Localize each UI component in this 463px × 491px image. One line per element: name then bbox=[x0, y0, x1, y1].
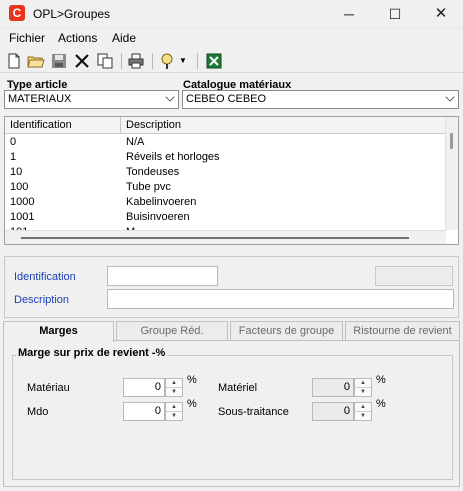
stepper-up-icon[interactable]: ▲ bbox=[166, 379, 182, 388]
mdo-value[interactable]: 0 bbox=[123, 402, 165, 421]
toolbar-separator bbox=[121, 53, 122, 69]
groups-table[interactable]: Identification Description 0 N/A 1 Réveils… bbox=[4, 116, 459, 245]
materiau-value[interactable]: 0 bbox=[123, 378, 165, 397]
save-icon[interactable] bbox=[50, 52, 68, 70]
table-header: Identification Description bbox=[5, 117, 446, 134]
sous-traitance-value[interactable]: 0 bbox=[312, 402, 354, 421]
percent-unit: % bbox=[376, 374, 386, 386]
chevron-down-icon bbox=[445, 92, 455, 102]
cell-identification: 1 bbox=[10, 151, 17, 163]
type-article-select[interactable]: MATERIAUX bbox=[4, 90, 179, 109]
cell-identification: 100 bbox=[10, 181, 29, 193]
percent-unit: % bbox=[376, 398, 386, 410]
cell-identification: 0 bbox=[10, 136, 17, 148]
table-row[interactable]: 1 Réveils et horloges bbox=[5, 150, 446, 165]
description-label: Description bbox=[14, 294, 70, 306]
menu-actions[interactable]: Actions bbox=[58, 31, 97, 45]
horizontal-scrollbar[interactable] bbox=[5, 230, 446, 244]
detail-panel: Identification Description bbox=[4, 256, 459, 318]
dropdown-arrow-icon[interactable]: ▼ bbox=[178, 52, 188, 70]
cell-identification: 1001 bbox=[10, 211, 35, 223]
table-row[interactable]: 1001 Buisinvoeren bbox=[5, 210, 446, 225]
materiel-label: Matériel bbox=[218, 382, 258, 394]
catalogue-select[interactable]: CEBEO CEBEO bbox=[182, 90, 459, 109]
description-field[interactable] bbox=[107, 289, 454, 309]
delete-icon[interactable] bbox=[73, 52, 91, 70]
stepper-down-icon[interactable]: ▼ bbox=[166, 388, 182, 397]
table-body: 0 N/A 1 Réveils et horloges 10 Tondeuses 10… bbox=[5, 135, 446, 240]
search-dropdown-icon[interactable] bbox=[159, 52, 177, 70]
table-row[interactable]: 1000 Kabelinvoeren bbox=[5, 195, 446, 210]
cell-description: Kabelinvoeren bbox=[126, 196, 197, 208]
app-logo-icon: C bbox=[9, 5, 25, 21]
tab-facteurs-de-groupe[interactable]: Facteurs de groupe bbox=[230, 321, 343, 341]
tab-ristourne-de-revient[interactable]: Ristourne de revient bbox=[345, 321, 460, 341]
cell-identification: 1000 bbox=[10, 196, 35, 208]
stepper-down-icon[interactable]: ▼ bbox=[355, 412, 371, 421]
menu-bar: Fichier Actions Aide bbox=[0, 29, 463, 47]
cell-description: N/A bbox=[126, 136, 145, 148]
tab-groupe-red[interactable]: Groupe Réd. bbox=[116, 321, 228, 341]
menu-aide[interactable]: Aide bbox=[112, 31, 136, 45]
table-row[interactable]: 0 N/A bbox=[5, 135, 446, 150]
chevron-down-icon bbox=[165, 92, 175, 102]
tab-strip: Marges Groupe Réd. Facteurs de groupe Ri… bbox=[3, 321, 460, 342]
catalogue-value: CEBEO CEBEO bbox=[186, 93, 267, 105]
maximize-button[interactable]: ☐ bbox=[372, 2, 418, 26]
sous-traitance-label: Sous-traitance bbox=[218, 406, 289, 418]
stepper-up-icon[interactable]: ▲ bbox=[355, 403, 371, 412]
cell-description: Réveils et horloges bbox=[126, 151, 220, 163]
minimize-button[interactable]: ─ bbox=[326, 2, 372, 26]
stepper-up-icon[interactable]: ▲ bbox=[355, 379, 371, 388]
toolbar: ▼ bbox=[0, 49, 463, 73]
stepper-down-icon[interactable]: ▼ bbox=[166, 412, 182, 421]
print-icon[interactable] bbox=[127, 52, 145, 70]
identification-field[interactable] bbox=[107, 266, 218, 286]
title-bar: C OPL>Groupes ─ ☐ ✕ bbox=[0, 0, 463, 28]
menu-fichier[interactable]: Fichier bbox=[9, 31, 45, 45]
cell-description: Tube pvc bbox=[126, 181, 171, 193]
window-title: OPL>Groupes bbox=[33, 7, 111, 21]
close-button[interactable]: ✕ bbox=[418, 2, 463, 26]
stepper-up-icon[interactable]: ▲ bbox=[166, 403, 182, 412]
identification-label: Identification bbox=[14, 271, 76, 283]
toolbar-separator bbox=[152, 53, 153, 69]
cell-identification: 10 bbox=[10, 166, 23, 178]
table-row[interactable]: 10 Tondeuses bbox=[5, 165, 446, 180]
toolbar-separator bbox=[197, 53, 198, 69]
stepper-down-icon[interactable]: ▼ bbox=[355, 388, 371, 397]
copy-icon[interactable] bbox=[96, 52, 114, 70]
disabled-field bbox=[375, 266, 453, 286]
column-header-identification[interactable]: Identification bbox=[5, 117, 121, 134]
percent-unit: % bbox=[187, 398, 197, 410]
excel-export-icon[interactable] bbox=[205, 52, 223, 70]
materiel-value[interactable]: 0 bbox=[312, 378, 354, 397]
cell-description: Buisinvoeren bbox=[126, 211, 190, 223]
type-article-value: MATERIAUX bbox=[8, 93, 72, 105]
percent-unit: % bbox=[187, 374, 197, 386]
scrollbar-thumb[interactable] bbox=[450, 133, 453, 149]
marge-group-title: Marge sur prix de revient -% bbox=[16, 347, 168, 359]
vertical-scrollbar[interactable] bbox=[445, 117, 458, 230]
column-header-description[interactable]: Description bbox=[121, 117, 446, 134]
open-folder-icon[interactable] bbox=[27, 52, 45, 70]
materiau-label: Matériau bbox=[27, 382, 70, 394]
marges-panel: Marge sur prix de revient -% Matériau 0 … bbox=[3, 340, 460, 487]
table-row[interactable]: 100 Tube pvc bbox=[5, 180, 446, 195]
mdo-label: Mdo bbox=[27, 406, 49, 418]
new-document-icon[interactable] bbox=[5, 52, 23, 70]
scrollbar-thumb[interactable] bbox=[21, 237, 409, 239]
tab-marges[interactable]: Marges bbox=[3, 321, 114, 342]
cell-description: Tondeuses bbox=[126, 166, 180, 178]
